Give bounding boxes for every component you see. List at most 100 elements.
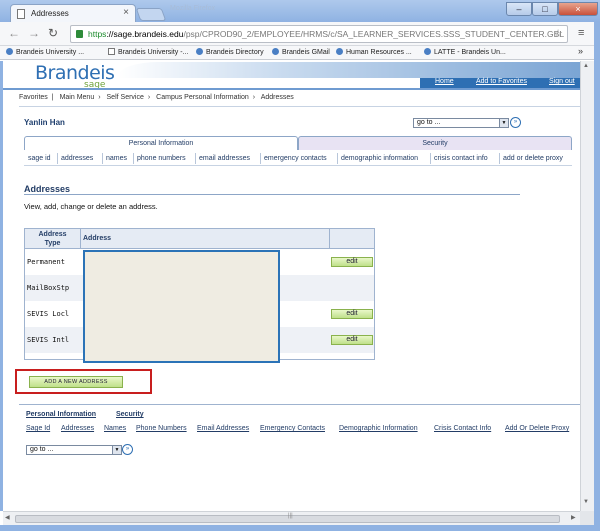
add-to-favorites-link[interactable]: Add to Favorites: [476, 78, 527, 85]
footer-tab-personal-information[interactable]: Personal Information: [26, 411, 96, 418]
bookmark-star-icon[interactable]: ☆: [553, 27, 563, 40]
page-icon: [108, 48, 115, 55]
goto-select-value: go to ...: [417, 119, 441, 126]
footer-link-emergency-contacts[interactable]: Emergency Contacts: [260, 425, 325, 432]
url-scheme: https: [88, 29, 107, 39]
footer-tab-security[interactable]: Security: [116, 411, 144, 418]
globe-icon: [424, 48, 431, 55]
globe-icon: [336, 48, 343, 55]
sign-out-link[interactable]: Sign out: [549, 78, 575, 85]
footer-go-button[interactable]: »: [122, 444, 133, 455]
breadcrumb-campus-personal-information[interactable]: Campus Personal Information: [156, 94, 249, 101]
horizontal-scrollbar[interactable]: ◀ ||| ▶: [3, 511, 580, 525]
redacted-address-block: [83, 250, 280, 363]
go-button[interactable]: »: [510, 117, 521, 128]
header-divider: [3, 88, 580, 90]
subnav-addresses[interactable]: addresses: [61, 155, 93, 162]
goto-select[interactable]: go to ... ▼: [413, 118, 509, 128]
column-header-address-type: Address Type: [25, 229, 81, 249]
breadcrumb-self-service[interactable]: Self Service: [107, 94, 144, 101]
footer-divider: [19, 404, 580, 405]
subnav-add-or-delete-proxy[interactable]: add or delete proxy: [503, 155, 563, 162]
bookmark-item[interactable]: Brandeis Directory: [196, 48, 264, 56]
tab-title: Addresses: [31, 9, 69, 18]
address-type: MailBoxStp: [27, 284, 70, 292]
edit-button[interactable]: edit: [331, 257, 373, 267]
address-type: SEVIS Intl: [27, 336, 70, 344]
chevron-down-icon[interactable]: ▼: [499, 119, 508, 127]
window-border-bottom: [0, 525, 600, 531]
browser-tab[interactable]: Addresses ×: [10, 4, 136, 22]
column-header-address: Address: [83, 235, 112, 242]
subnav-emergency-contacts[interactable]: emergency contacts: [264, 155, 327, 162]
footer-link-sage-id[interactable]: Sage Id: [26, 425, 50, 432]
bookmark-item[interactable]: LATTE - Brandeis Un...: [424, 48, 506, 56]
footer-link-phone-numbers[interactable]: Phone Numbers: [136, 425, 187, 432]
scrollbar-corner: [580, 511, 594, 525]
scroll-grip-icon: |||: [288, 513, 293, 519]
scroll-up-icon[interactable]: ▲: [583, 63, 589, 69]
page-icon: [17, 9, 25, 19]
subnav-demographic-information[interactable]: demographic information: [341, 155, 418, 162]
breadcrumb-favorites[interactable]: Favorites: [19, 94, 48, 101]
more-bookmarks-icon[interactable]: »: [578, 46, 583, 56]
subnav-phone-numbers[interactable]: phone numbers: [137, 155, 186, 162]
address-type: SEVIS Locl: [27, 310, 70, 318]
reload-icon[interactable]: ↻: [48, 26, 58, 40]
table-header: Address Type Address: [25, 229, 374, 249]
footer-link-demographic-information[interactable]: Demographic Information: [339, 425, 418, 432]
footer-link-names[interactable]: Names: [104, 425, 126, 432]
sub-navigation: sage id addresses names phone numbers em…: [24, 150, 572, 166]
scroll-right-icon[interactable]: ▶: [571, 514, 576, 521]
bookmark-item[interactable]: Brandeis GMail: [272, 48, 330, 56]
window-border-right: [594, 22, 600, 531]
bookmark-item[interactable]: Human Resources ...: [336, 48, 412, 56]
browser-toolbar: ← → ↻ https://sage.brandeis.edu/psp/CPRO…: [0, 22, 600, 46]
globe-icon: [272, 48, 279, 55]
footer-link-crisis-contact-info[interactable]: Crisis Contact Info: [434, 425, 491, 432]
menu-icon[interactable]: ≡: [578, 27, 584, 39]
forward-icon[interactable]: →: [28, 26, 40, 40]
minimize-button[interactable]: –: [506, 2, 532, 16]
globe-icon: [196, 48, 203, 55]
subnav-names[interactable]: names: [106, 155, 127, 162]
annotation-highlight-box: [15, 369, 152, 394]
footer-link-addresses[interactable]: Addresses: [61, 425, 94, 432]
close-tab-icon[interactable]: ×: [123, 7, 129, 18]
footer-link-add-or-delete-proxy[interactable]: Add Or Delete Proxy: [505, 425, 569, 432]
bookmark-item[interactable]: Brandeis University ...: [6, 48, 84, 56]
address-bar[interactable]: https://sage.brandeis.edu/psp/CPROD90_2/…: [70, 25, 568, 43]
scroll-left-icon[interactable]: ◀: [5, 514, 10, 521]
globe-icon: [6, 48, 13, 55]
footer-link-email-addresses[interactable]: Email Addresses: [197, 425, 249, 432]
page-title: Addresses: [24, 184, 71, 194]
intro-text: View, add, change or delete an address.: [24, 202, 158, 211]
subnav-crisis-contact-info[interactable]: crisis contact info: [434, 155, 488, 162]
ghost-tab-label: Mozilla Firefox: [170, 5, 216, 12]
back-icon[interactable]: ←: [8, 26, 20, 40]
lock-icon: [76, 30, 83, 38]
chevron-down-icon[interactable]: ▼: [112, 446, 121, 454]
footer-goto-select[interactable]: go to ... ▼: [26, 445, 122, 455]
url-path: /psp/CPROD90_2/EMPLOYEE/HRMS/c/SA_LEARNE…: [183, 29, 565, 39]
url-host: ://sage.brandeis.edu: [106, 29, 184, 39]
title-divider: [24, 194, 520, 195]
user-name: Yanlin Han: [24, 118, 65, 127]
tab-security[interactable]: Security: [298, 136, 572, 150]
edit-button[interactable]: edit: [331, 335, 373, 345]
subnav-email-addresses[interactable]: email addresses: [199, 155, 250, 162]
url-text[interactable]: https://sage.brandeis.edu/psp/CPROD90_2/…: [88, 29, 564, 39]
close-window-button[interactable]: ×: [558, 2, 598, 16]
vertical-scrollbar[interactable]: ▲ ▼: [580, 61, 594, 511]
new-tab-button[interactable]: [135, 8, 167, 21]
tab-personal-information[interactable]: Personal Information: [24, 136, 298, 150]
maximize-button[interactable]: □: [532, 2, 558, 16]
breadcrumb-divider: [19, 106, 580, 107]
home-link[interactable]: Home: [435, 78, 454, 85]
subnav-sage-id[interactable]: sage id: [28, 155, 51, 162]
breadcrumb-main-menu[interactable]: Main Menu: [60, 94, 95, 101]
breadcrumb: Favorites | Main Menu › Self Service › Camp…: [19, 94, 294, 101]
edit-button[interactable]: edit: [331, 309, 373, 319]
bookmark-item[interactable]: Brandeis University -...: [108, 48, 188, 56]
scroll-down-icon[interactable]: ▼: [583, 499, 589, 505]
